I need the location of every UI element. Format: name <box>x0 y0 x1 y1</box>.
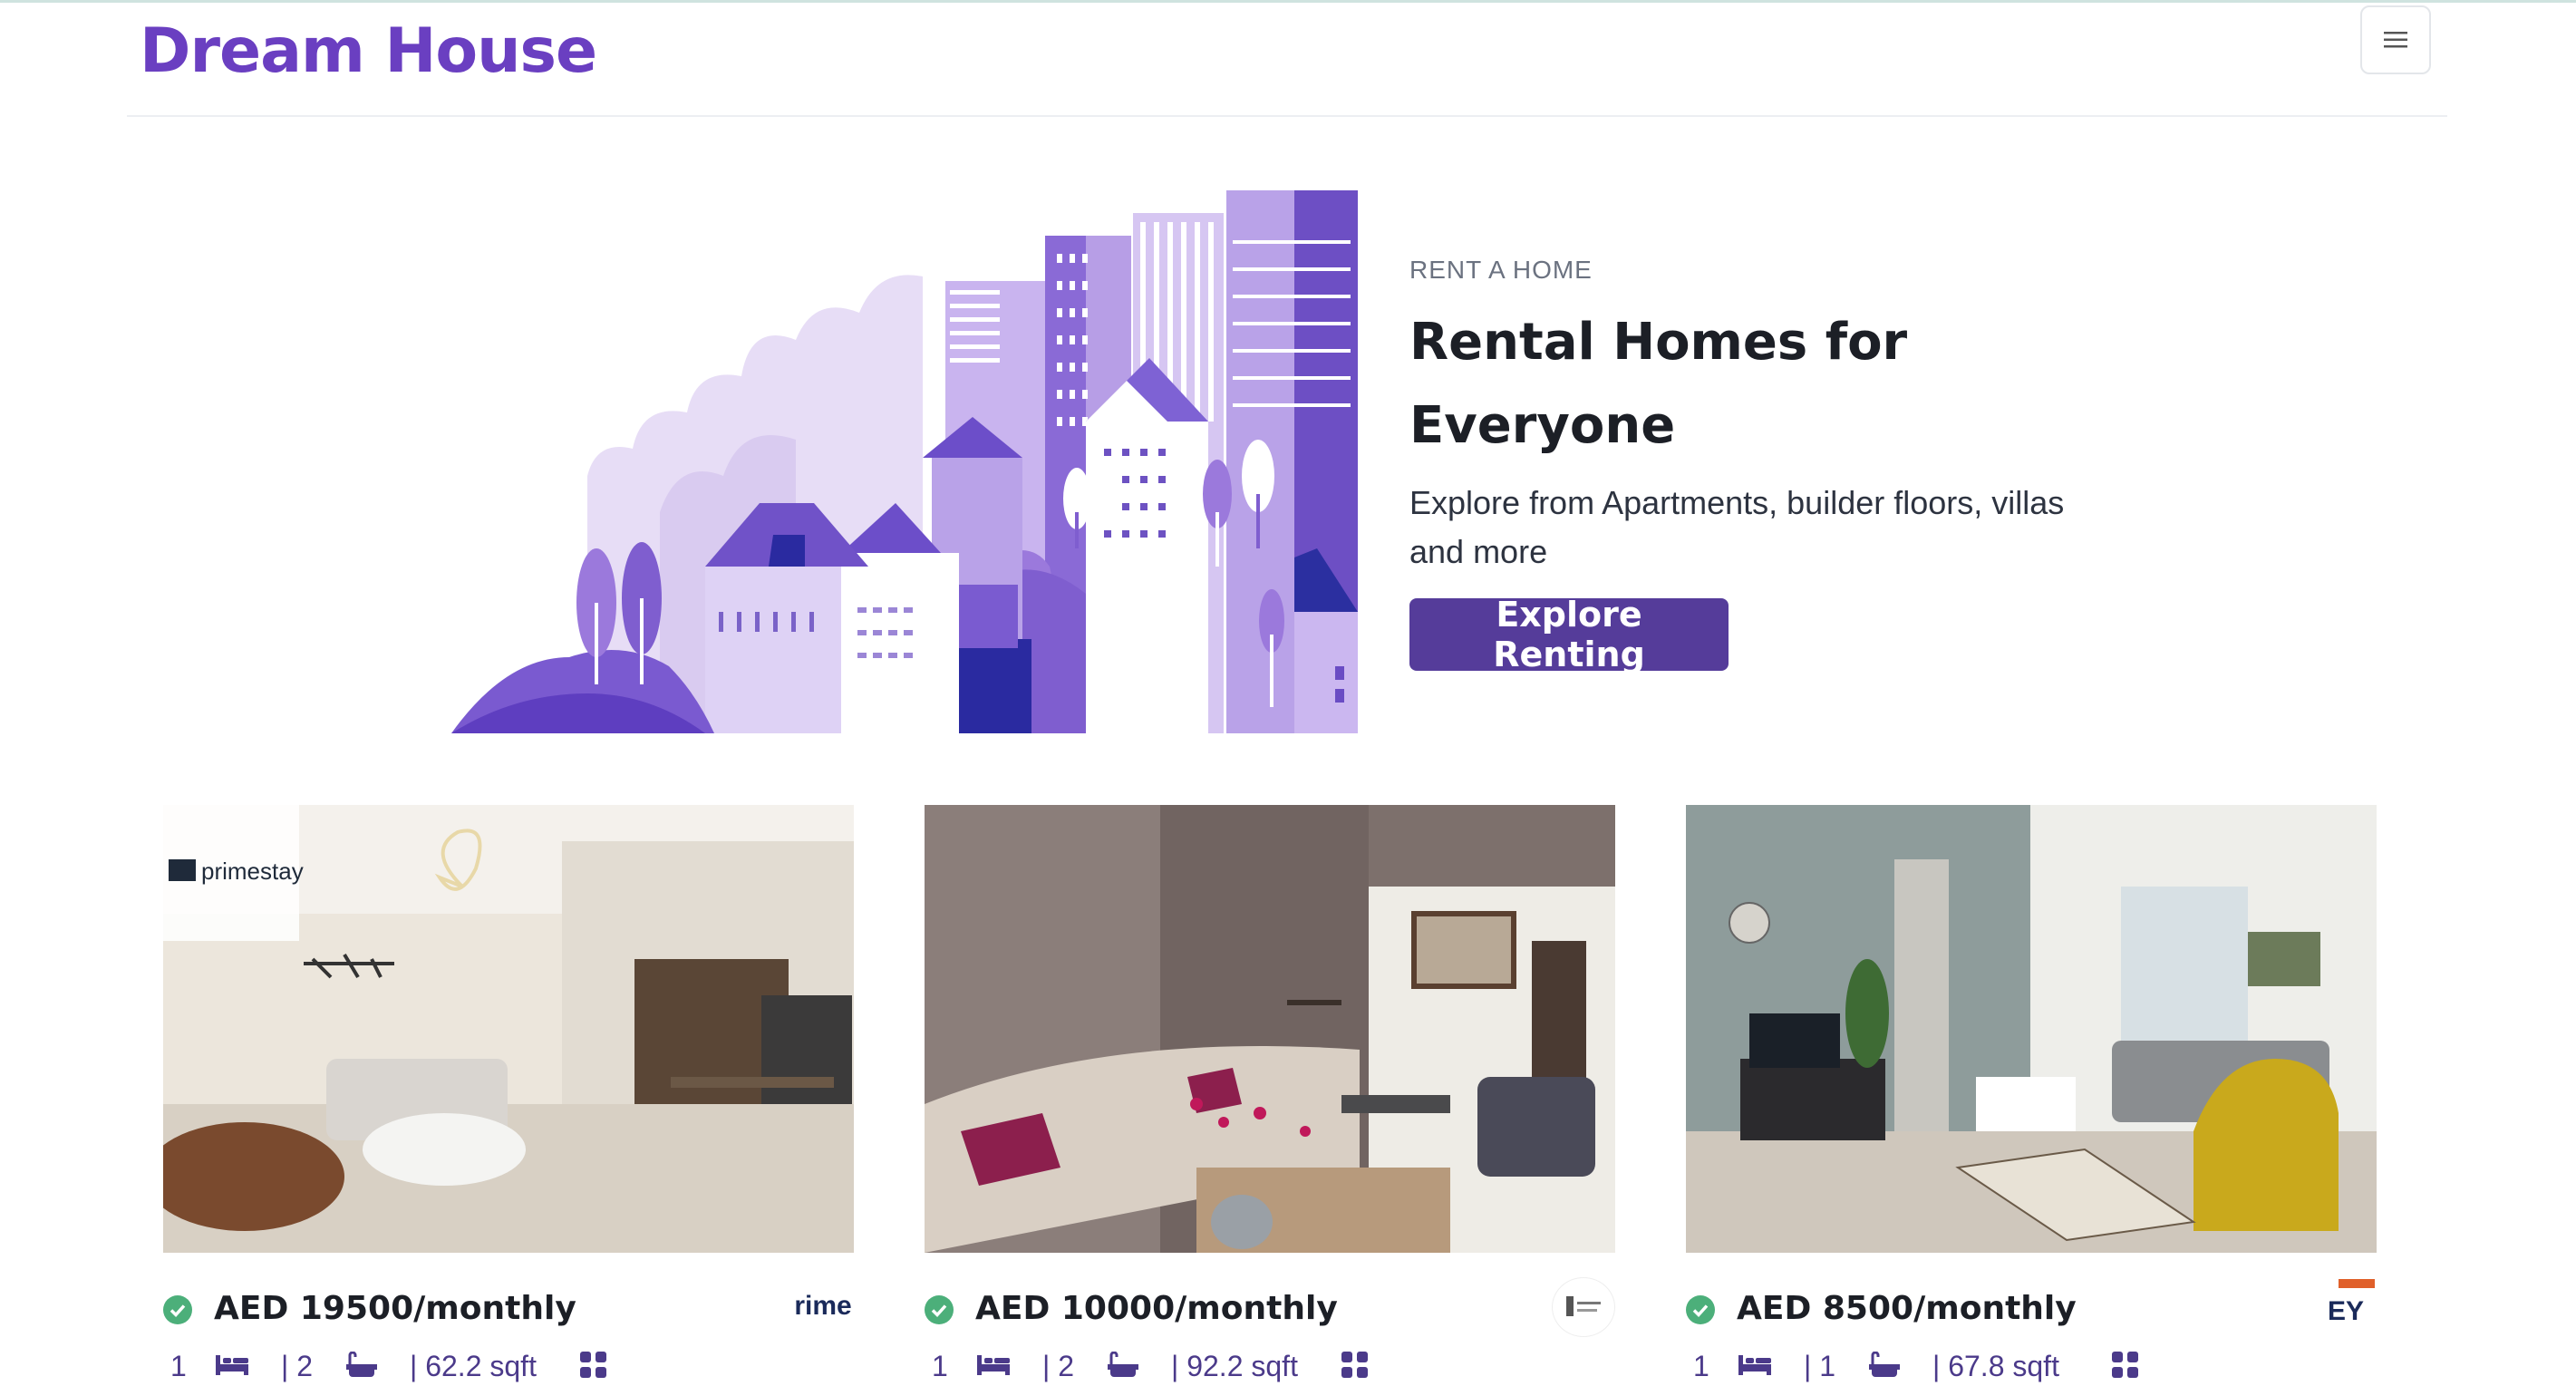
agent-logo-text: EY <box>2327 1296 2365 1326</box>
brand-logo[interactable]: Dream House <box>140 15 597 87</box>
grid-icon <box>2112 1352 2138 1378</box>
listing-price-row: AED 19500/monthly rime <box>163 1277 854 1335</box>
listing-card[interactable]: primestay AED 19500/monthly rime 1 | 2 |… <box>145 805 854 1386</box>
listing-specs: 1 | 2 | 62.2 sqft <box>163 1341 854 1386</box>
bed-icon <box>977 1355 1010 1375</box>
bath-icon <box>1108 1352 1138 1377</box>
hero-subtitle: Explore from Apartments, builder floors,… <box>1409 484 2065 570</box>
explore-renting-button[interactable]: Explore Renting <box>1409 595 1729 674</box>
listing-price[interactable]: AED 10000/monthly <box>975 1290 1338 1327</box>
baths-count: | 1 <box>1804 1350 1835 1382</box>
navbar: Dream House <box>127 3 2447 117</box>
bath-icon <box>1869 1352 1900 1377</box>
baths-count: | 2 <box>281 1350 313 1382</box>
area-size: | 67.8 sqft <box>1932 1350 2059 1382</box>
listing-card[interactable]: AED 10000/monthly 1 | 2 | 92.2 sqft <box>925 805 1615 1386</box>
grid-icon <box>580 1352 606 1378</box>
listing-specs: 1 | 2 | 92.2 sqft <box>925 1341 1615 1386</box>
agent-logo[interactable]: rime <box>792 1277 854 1335</box>
agent-logo-mark <box>1566 1296 1601 1316</box>
listing-photo[interactable] <box>1686 805 2377 1253</box>
listing-photo[interactable]: primestay <box>145 805 854 1253</box>
area-size: | 62.2 sqft <box>410 1350 537 1382</box>
hero-section: RENT A HOME Rental Homes for Everyone Ex… <box>1409 256 2135 674</box>
area-size: | 92.2 sqft <box>1171 1350 1298 1382</box>
city-illustration <box>451 190 1358 733</box>
agent-logo[interactable] <box>1552 1277 1615 1337</box>
listing-price-row: AED 8500/monthly EY <box>1686 1277 2377 1335</box>
listing-card[interactable]: AED 8500/monthly EY 1 | 1 | 67.8 sqft <box>1686 805 2377 1386</box>
verified-check-icon <box>925 1295 954 1324</box>
bath-icon <box>346 1352 377 1377</box>
beds-count: 1 <box>932 1350 948 1382</box>
hero-title: Rental Homes for Everyone <box>1409 301 2135 468</box>
hamburger-icon <box>2384 32 2407 48</box>
hero-title-line1: Rental Homes for <box>1409 313 1908 372</box>
photo-watermark: primestay <box>201 858 304 885</box>
listing-photo[interactable] <box>925 805 1615 1253</box>
listing-specs: 1 | 1 | 67.8 sqft <box>1686 1341 2377 1386</box>
grid-icon <box>1341 1352 1368 1378</box>
bed-icon <box>216 1355 248 1375</box>
agent-logo-text: rime <box>794 1291 852 1321</box>
listing-price-row: AED 10000/monthly <box>925 1277 1615 1337</box>
agent-logo[interactable]: EY <box>2315 1277 2377 1335</box>
hero-eyebrow: RENT A HOME <box>1409 256 1593 284</box>
verified-check-icon <box>163 1295 192 1324</box>
listing-price[interactable]: AED 19500/monthly <box>214 1290 576 1327</box>
beds-count: 1 <box>1693 1350 1709 1382</box>
baths-count: | 2 <box>1042 1350 1074 1382</box>
bed-icon <box>1738 1355 1771 1375</box>
beds-count: 1 <box>170 1350 187 1382</box>
listing-price[interactable]: AED 8500/monthly <box>1737 1290 2077 1327</box>
menu-toggle-button[interactable] <box>2360 5 2431 74</box>
agent-logo-tag <box>2339 1279 2375 1288</box>
hero-title-line2: Everyone <box>1409 396 1676 455</box>
verified-check-icon <box>1686 1295 1715 1324</box>
